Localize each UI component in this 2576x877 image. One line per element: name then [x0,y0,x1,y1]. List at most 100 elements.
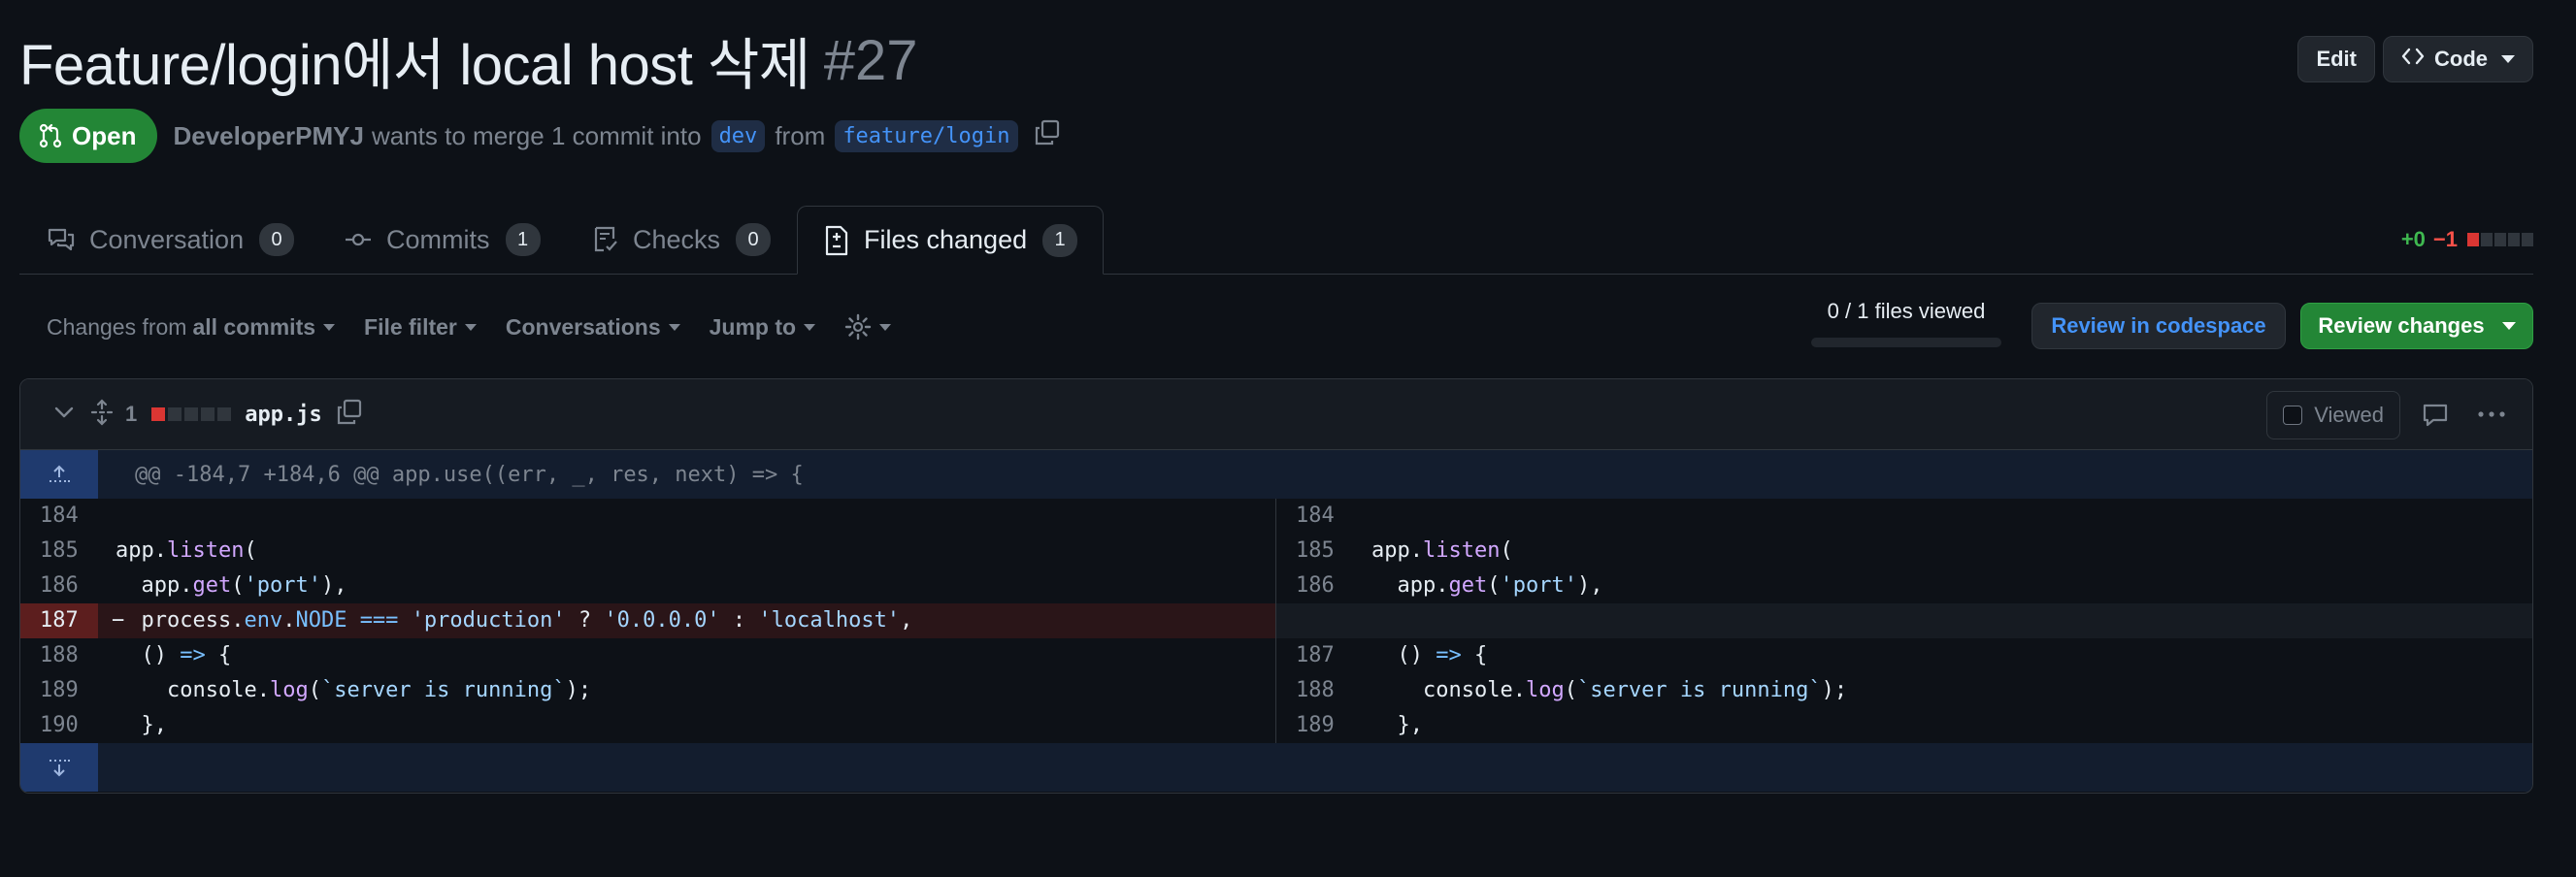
diffstat-block [184,407,199,421]
diff-row: 184 184 [20,499,2532,534]
expand-all-icon[interactable] [90,398,114,431]
changes-from-dropdown[interactable]: Changes from all commits [47,314,336,341]
additions-count: +0 [2400,227,2426,251]
kebab-menu-icon[interactable] [2476,403,2507,431]
chevron-down-icon[interactable] [53,406,75,424]
tab-commits[interactable]: Commits 1 [316,206,541,274]
file-header: 1 app.js Viewed [20,379,2532,450]
file-filter-label: File filter [364,313,457,340]
file-name-link[interactable]: app.js [245,403,321,427]
diffstat-block [151,407,166,421]
chevron-down-icon [2501,322,2516,330]
code-line: console.log(`server is running`); [116,678,592,702]
code-line: process.env.NODE === 'production' ? '0.0… [116,608,913,633]
code-line: }, [1371,713,1423,737]
line-number[interactable]: 185 [20,534,98,568]
head-branch[interactable]: feature/login [835,119,1018,152]
tab-files-changed[interactable]: Files changed 1 [797,206,1105,275]
diff-settings-dropdown[interactable] [844,313,892,341]
file-diffstat [149,407,232,421]
pr-title: Feature/login에서 local host 삭제 [19,34,810,97]
comment-icon[interactable] [2422,403,2449,433]
files-viewed-label: 0 / 1 files viewed [1827,299,1986,323]
diff-row: 189 console.log(`server is running`); 18… [20,673,2532,708]
line-number[interactable]: 184 [1276,499,1354,534]
line-number[interactable]: 188 [1276,673,1354,708]
tab-checks[interactable]: Checks 0 [565,206,772,274]
code-icon [2401,47,2425,72]
code-line: app.get('port'), [116,573,347,598]
tab-conversation[interactable]: Conversation 0 [19,206,295,274]
from-text: from [775,120,826,150]
base-branch[interactable]: dev [710,119,766,152]
diffstat: +0 −1 [2401,227,2533,252]
line-number[interactable]: 187 [1276,638,1354,673]
diff-right: 189 }, [1275,708,2532,743]
tab-conversation-count: 0 [259,223,295,256]
pr-meta: Open DeveloperPMYJ wants to merge 1 comm… [19,109,1061,163]
code-button[interactable]: Code [2383,36,2533,82]
expand-down-icon [50,760,70,777]
status-badge: Open [19,109,158,163]
line-number[interactable]: 185 [1276,534,1354,568]
line-number[interactable]: 188 [20,638,98,673]
expand-up-button[interactable] [20,450,98,499]
diff-row-deleted: 187 − process.env.NODE === 'production' … [20,603,2532,638]
tab-commits-label: Commits [386,224,490,254]
deletion-marker: − [112,608,125,633]
line-number[interactable]: 189 [1276,708,1354,743]
review-in-codespace-label: Review in codespace [2051,313,2266,338]
tab-conversation-label: Conversation [89,224,245,254]
comment-discussion-icon [48,228,75,251]
line-number[interactable]: 187 [20,603,98,638]
code-line: }, [116,713,167,737]
hunk-header-text: @@ -184,7 +184,6 @@ app.use((err, _, res… [135,462,804,487]
diff-right: 184 [1275,499,2532,534]
hunk-footer [20,743,2532,792]
author-link[interactable]: DeveloperPMYJ [173,121,364,151]
viewed-checkbox[interactable]: Viewed [2266,391,2400,439]
diffstat-block [217,407,232,421]
code-label: Code [2434,47,2488,71]
hunk-header: @@ -184,7 +184,6 @@ app.use((err, _, res… [20,450,2532,499]
tab-files-changed-count: 1 [1042,223,1078,257]
diffstat-block [2467,233,2479,246]
review-in-codespace-button[interactable]: Review in codespace [2031,303,2286,349]
viewed-label: Viewed [2314,403,2384,427]
line-number[interactable]: 190 [20,708,98,743]
diff-row: 185 app.listen( 185 app.listen( [20,534,2532,568]
review-changes-button[interactable]: Review changes [2300,303,2533,349]
diff-row: 186 app.get('port'), 186 app.get('port')… [20,568,2532,603]
files-viewed-progress: 0 / 1 files viewed [1811,299,2001,347]
copy-icon[interactable] [1034,119,1061,153]
diffstat-block [2494,233,2506,246]
code-line: () => { [1371,643,1488,667]
expand-down-button[interactable] [20,743,98,792]
code-line: () => { [116,643,232,667]
diff-row: 188 () => { 187 () => { [20,638,2532,673]
code-line: app.listen( [116,538,257,563]
file-diff-icon [825,225,848,255]
file-filter-dropdown[interactable]: File filter [364,314,477,341]
diff-left: 188 () => { [20,638,1275,673]
diff-right: 185 app.listen( [1275,534,2532,568]
line-number[interactable]: 189 [20,673,98,708]
edit-button[interactable]: Edit [2297,36,2375,82]
line-number[interactable]: 184 [20,499,98,534]
diff-left: 189 console.log(`server is running`); [20,673,1275,708]
checkbox-icon [2283,406,2303,425]
pr-number: #27 [823,28,918,92]
diff-right-empty [1275,603,2532,638]
chevron-down-icon [879,323,892,331]
progress-bar [1811,338,2001,347]
line-number[interactable]: 186 [20,568,98,603]
conversations-dropdown[interactable]: Conversations [506,314,680,341]
diff-left: 186 app.get('port'), [20,568,1275,603]
diff-rows: 184 184 185 app.listen( 185 app.listen( … [20,499,2532,743]
copy-icon[interactable] [336,399,363,431]
commit-icon [346,233,371,246]
diff-right: 187 () => { [1275,638,2532,673]
jump-to-dropdown[interactable]: Jump to [710,314,816,341]
line-number[interactable]: 186 [1276,568,1354,603]
